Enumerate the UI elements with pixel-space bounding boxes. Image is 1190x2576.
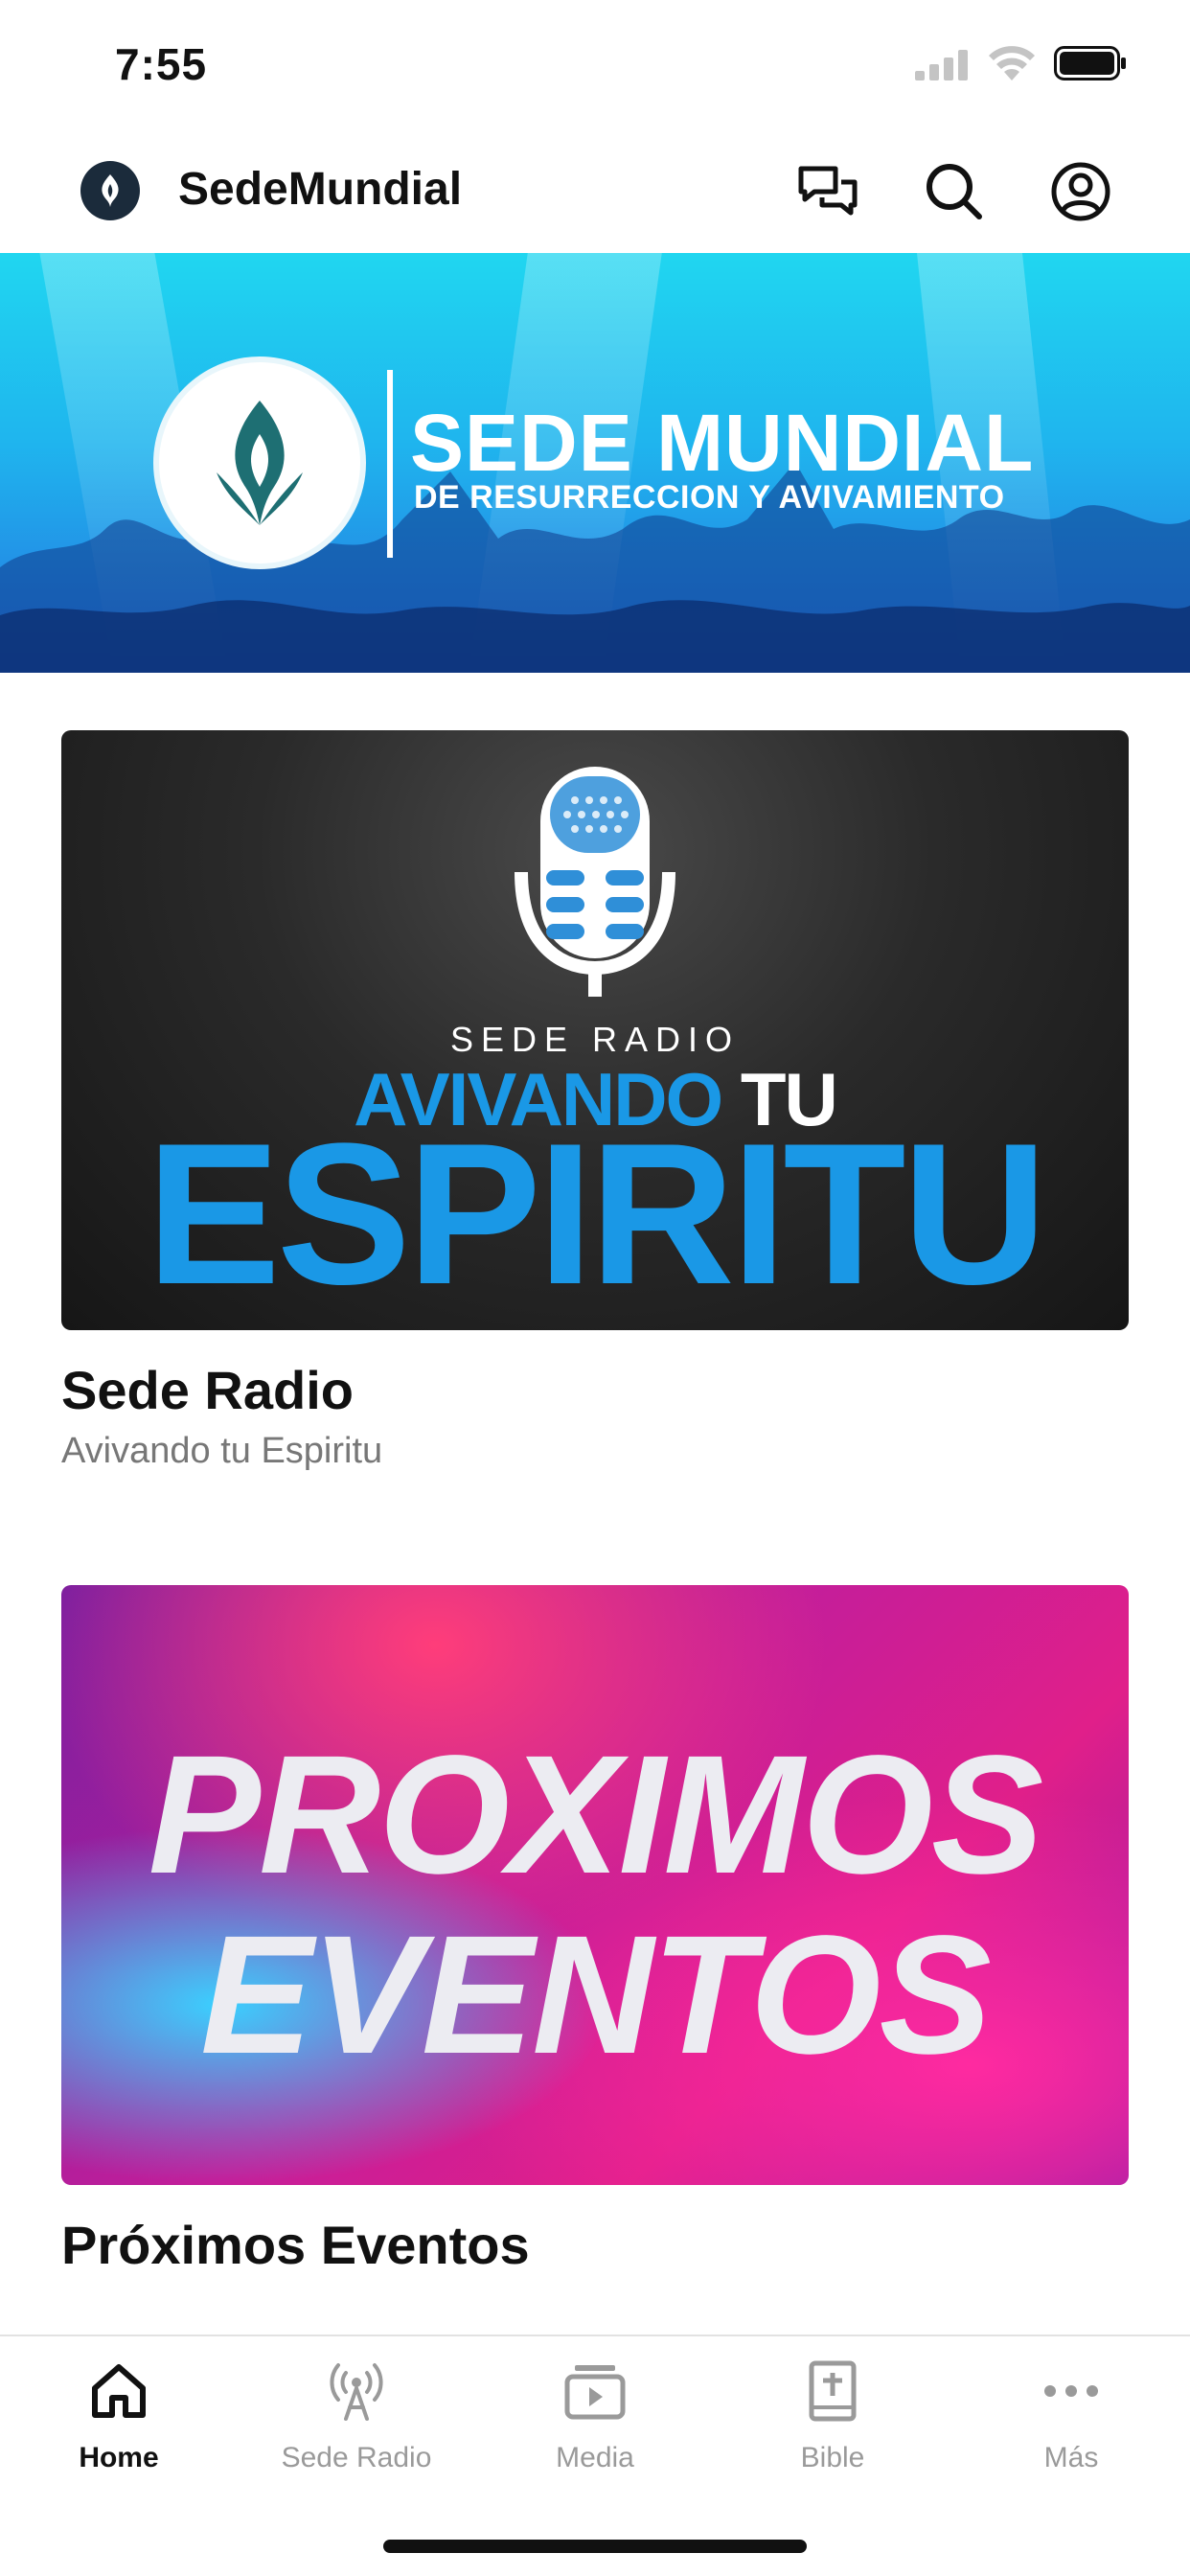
events-image-text: PROXIMOS EVENTOS	[61, 1719, 1129, 2080]
account-icon	[1051, 162, 1110, 221]
radio-tower-icon	[323, 2358, 390, 2425]
hero-banner[interactable]: SEDE MUNDIAL DE RESURRECCION Y AVIVAMIEN…	[0, 253, 1190, 673]
search-icon	[927, 164, 982, 219]
tab-label: Home	[79, 2442, 159, 2473]
hero-title: SEDE MUNDIAL	[410, 398, 1035, 488]
tab-label: Bible	[800, 2442, 865, 2473]
tab-label: Más	[1043, 2442, 1099, 2473]
home-indicator[interactable]	[383, 2540, 807, 2553]
sede-radio-image-label: SEDE RADIO	[449, 1020, 741, 1059]
search-button[interactable]	[918, 155, 991, 228]
app-logo[interactable]	[80, 161, 140, 220]
hero-emblem	[153, 356, 366, 569]
tab-sede-radio[interactable]: Sede Radio	[238, 2358, 475, 2492]
tab-label: Sede Radio	[281, 2442, 432, 2473]
flame-emblem-icon	[217, 401, 303, 525]
hero-divider	[387, 370, 393, 558]
microphone-icon	[515, 767, 675, 997]
more-icon	[1038, 2358, 1105, 2425]
proximos-eventos-image[interactable]: PROXIMOS EVENTOS	[61, 1585, 1129, 2185]
card-title[interactable]: Próximos Eventos	[61, 2214, 1129, 2276]
sede-radio-image-big-text: ESPIRITU	[146, 1101, 1047, 1326]
tab-label: Media	[556, 2442, 634, 2473]
home-icon	[85, 2358, 152, 2425]
events-image-line1: PROXIMOS	[148, 1721, 1044, 1909]
card-sede-radio[interactable]: SEDE RADIO AVIVANDO TU ESPIRITU Sede Rad…	[61, 730, 1129, 1472]
sede-radio-image[interactable]: SEDE RADIO AVIVANDO TU ESPIRITU	[61, 730, 1129, 1330]
status-bar: 7:55	[0, 0, 1190, 126]
app-header: SedeMundial	[0, 134, 1190, 253]
hero-subtitle: DE RESURRECCION Y AVIVAMIENTO	[414, 479, 1005, 516]
chat-button[interactable]	[791, 155, 864, 228]
battery-icon	[1054, 46, 1126, 80]
app-title: SedeMundial	[178, 164, 463, 215]
bible-icon	[799, 2358, 866, 2425]
flame-logo-icon	[102, 174, 119, 207]
media-icon	[561, 2358, 629, 2425]
events-image-line2: EVENTOS	[200, 1901, 992, 2089]
tab-bible[interactable]: Bible	[714, 2358, 951, 2492]
status-time: 7:55	[115, 39, 208, 89]
card-title[interactable]: Sede Radio	[61, 1359, 1129, 1421]
account-button[interactable]	[1044, 155, 1117, 228]
card-subtitle: Avivando tu Espiritu	[61, 1431, 383, 1471]
tab-home[interactable]: Home	[0, 2358, 238, 2492]
cellular-signal-icon	[915, 50, 968, 80]
wifi-icon	[989, 46, 1035, 80]
chat-icon	[798, 166, 858, 216]
card-proximos-eventos[interactable]: PROXIMOS EVENTOS Próximos Eventos	[61, 1585, 1129, 2276]
tab-media[interactable]: Media	[476, 2358, 714, 2492]
tab-mas[interactable]: Más	[952, 2358, 1190, 2492]
